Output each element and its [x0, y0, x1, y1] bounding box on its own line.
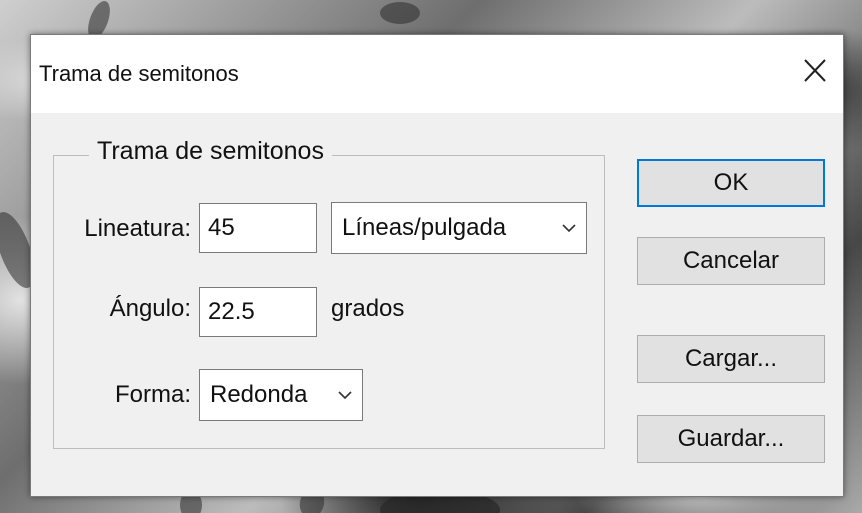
- ok-button[interactable]: OK: [637, 159, 825, 207]
- group-legend: Trama de semitonos: [89, 137, 332, 166]
- angulo-input[interactable]: 22.5: [199, 287, 317, 337]
- lineatura-label: Lineatura:: [84, 215, 191, 242]
- forma-label: Forma:: [114, 381, 191, 408]
- halftone-dialog: Trama de semitonos Trama de semitonos Li…: [30, 34, 844, 497]
- title-bar: Trama de semitonos: [31, 35, 843, 113]
- chevron-down-icon: [562, 224, 576, 233]
- lineatura-unit-value: Líneas/pulgada: [342, 214, 507, 241]
- lineatura-unit-select[interactable]: Líneas/pulgada: [331, 202, 587, 254]
- angulo-unit: grados: [331, 295, 405, 322]
- forma-value: Redonda: [210, 381, 308, 408]
- lineatura-input[interactable]: 45: [199, 203, 317, 253]
- chevron-down-icon: [338, 391, 352, 400]
- load-button[interactable]: Cargar...: [637, 335, 825, 383]
- close-icon[interactable]: [801, 55, 829, 85]
- angulo-label: Ángulo:: [109, 295, 191, 322]
- save-button[interactable]: Guardar...: [637, 415, 825, 463]
- dialog-title: Trama de semitonos: [39, 61, 239, 86]
- cancel-button[interactable]: Cancelar: [637, 237, 825, 285]
- forma-select[interactable]: Redonda: [199, 369, 363, 421]
